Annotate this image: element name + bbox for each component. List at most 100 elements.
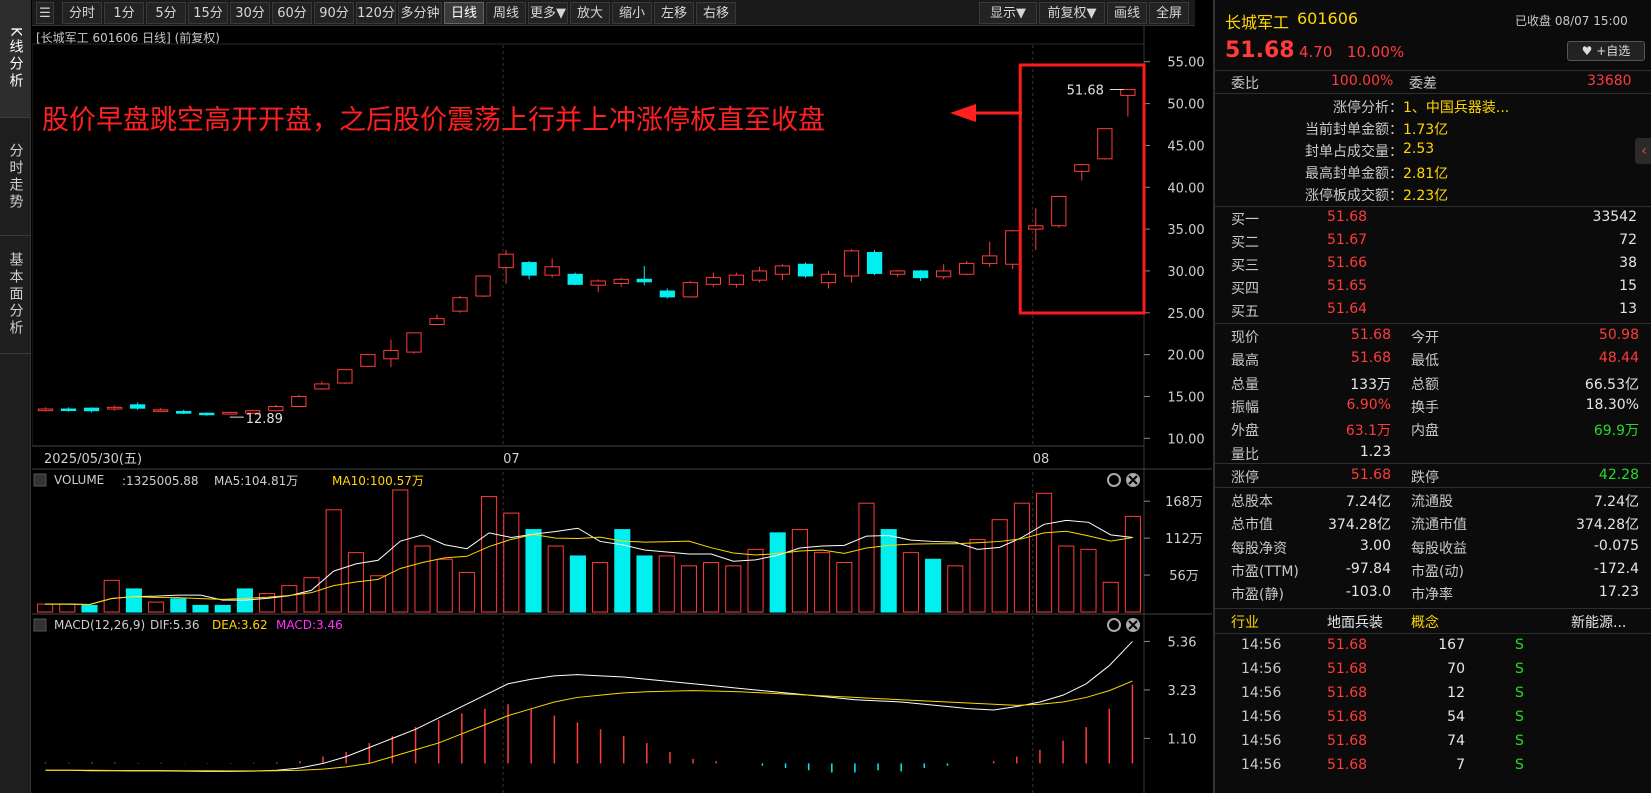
- weicha-value: 33680: [1587, 73, 1632, 89]
- tick-row: 14:56 51.68 7 S: [1215, 754, 1651, 777]
- volume-bar: [791, 529, 808, 613]
- volume-bar: [503, 512, 520, 613]
- tick-time: 14:56: [1241, 757, 1282, 773]
- stat-value: 7.24亿: [1593, 494, 1639, 510]
- bid-row: 买二 51.67 72: [1215, 229, 1651, 252]
- stat-label: 市盈(TTM): [1231, 563, 1299, 580]
- candle-body: [659, 290, 675, 298]
- stat-label: 换手: [1411, 399, 1439, 416]
- industry-value[interactable]: 地面兵装: [1327, 612, 1383, 632]
- limit-up-label: 当前封单金额：: [1305, 122, 1403, 138]
- volume-bar: [1013, 502, 1030, 613]
- tab-fundamentals[interactable]: 基本面分析: [0, 236, 31, 354]
- candle-body: [751, 270, 768, 281]
- volume-bar: [991, 519, 1008, 613]
- tab-kline-analysis[interactable]: K线分析: [0, 0, 31, 118]
- bid-price: 51.67: [1327, 232, 1368, 248]
- stat-row: 总量 133万 总额 66.53亿: [1215, 371, 1651, 394]
- volume-bar: [658, 555, 675, 613]
- tab-intraday[interactable]: 分时走势: [0, 118, 31, 236]
- tick-time: 14:56: [1241, 637, 1282, 653]
- volume-bar: [414, 545, 431, 613]
- bid-row: 买一 51.68 33542: [1215, 206, 1651, 229]
- candle-body: [774, 265, 791, 275]
- y-tick-label: 55.00: [1167, 56, 1204, 71]
- volume-bar: [370, 575, 387, 613]
- stat-value: 51.68: [1350, 467, 1391, 483]
- stat-row: 总市值 374.28亿 流通市值 374.28亿: [1215, 511, 1651, 534]
- bid-price: 51.64: [1327, 301, 1368, 317]
- stat-label: 每股净资: [1231, 540, 1287, 557]
- stat-label: 市盈(静): [1231, 587, 1284, 604]
- candle-body: [567, 273, 583, 285]
- candle-body: [176, 411, 192, 414]
- volume-bar: [436, 558, 453, 613]
- volume-bar: [725, 565, 742, 613]
- candle-body: [912, 270, 929, 279]
- stat-label: 涨停: [1231, 470, 1259, 486]
- stat-value: -97.84: [1345, 560, 1391, 577]
- candle-body: [383, 349, 399, 360]
- stat-value: 42.28: [1598, 467, 1639, 483]
- tick-direction: S: [1515, 685, 1524, 701]
- volume-bar: [481, 496, 498, 613]
- price-change-pct: 10.00%: [1347, 43, 1405, 61]
- stat-value: 51.68: [1350, 350, 1391, 367]
- candle-body: [705, 277, 721, 285]
- stat-row: 量比 1.23: [1215, 441, 1651, 464]
- volume-legend: :1325005.88: [122, 474, 199, 488]
- volume-bar: [592, 562, 609, 613]
- stat-value: -0.075: [1593, 537, 1639, 554]
- industry-row: 行业 地面兵装 概念 新能源...: [1215, 609, 1651, 632]
- candle-body: [60, 408, 77, 412]
- collapse-arrow-icon[interactable]: ‹: [1635, 138, 1651, 164]
- tick-price: 51.68: [1327, 661, 1368, 677]
- candle-body: [1051, 195, 1067, 227]
- x-axis-label: 08: [1033, 452, 1050, 467]
- candle-body: [360, 354, 376, 367]
- highlight-box: [1018, 63, 1146, 315]
- bid-label: 买二: [1231, 235, 1259, 251]
- y-tick-label: 20.00: [1167, 349, 1204, 364]
- help-icon: [33, 473, 47, 487]
- candle-body: [866, 252, 883, 274]
- tick-volume: 54: [1447, 709, 1465, 725]
- concept-value[interactable]: 新能源...: [1571, 612, 1626, 632]
- volume-bar: [303, 577, 320, 613]
- volume-tick-label: 168万: [1165, 495, 1203, 510]
- candle-body: [1097, 128, 1113, 160]
- annotation-arrowhead: [950, 104, 976, 122]
- volume-bar: [103, 579, 120, 613]
- bid-row: 买五 51.64 13: [1215, 298, 1651, 321]
- tick-row: 14:56 51.68 70 S: [1215, 658, 1651, 681]
- macd-legend: DEA:3.62: [212, 618, 268, 632]
- limit-up-label: 封单占成交量：: [1305, 144, 1403, 160]
- candle-body: [843, 250, 860, 277]
- tick-volume: 70: [1447, 661, 1465, 677]
- y-tick-label: 15.00: [1167, 390, 1204, 405]
- macd-tick-label: 5.36: [1168, 635, 1197, 650]
- candle-body: [982, 255, 998, 264]
- candle-body: [797, 263, 814, 277]
- add-favorite-button[interactable]: ♥ +自选: [1567, 41, 1645, 61]
- volume-tick-label: 112万: [1165, 532, 1203, 547]
- stat-label: 内盘: [1411, 423, 1439, 440]
- webi-label: 委比: [1231, 76, 1259, 92]
- candle-body: [83, 407, 100, 412]
- bid-volume: 13: [1619, 301, 1637, 317]
- stock-code: 601606: [1297, 9, 1359, 28]
- bid-price: 51.66: [1327, 255, 1368, 271]
- candle-body: [199, 412, 215, 416]
- candle-body: [889, 270, 906, 275]
- tick-direction: S: [1515, 733, 1524, 749]
- low-price-label: 12.89: [246, 412, 283, 427]
- limit-up-value: 2.81亿: [1403, 166, 1449, 182]
- stat-value: -172.4: [1593, 560, 1639, 577]
- candle-body: [314, 383, 330, 390]
- tab-label: K线分析: [7, 26, 24, 91]
- limit-up-row: 封单占成交量： 2.53: [1215, 138, 1651, 161]
- volume-bar: [902, 552, 919, 613]
- candle-body: [728, 274, 745, 285]
- stat-value: 1.23: [1359, 443, 1391, 460]
- candle-body: [337, 369, 353, 384]
